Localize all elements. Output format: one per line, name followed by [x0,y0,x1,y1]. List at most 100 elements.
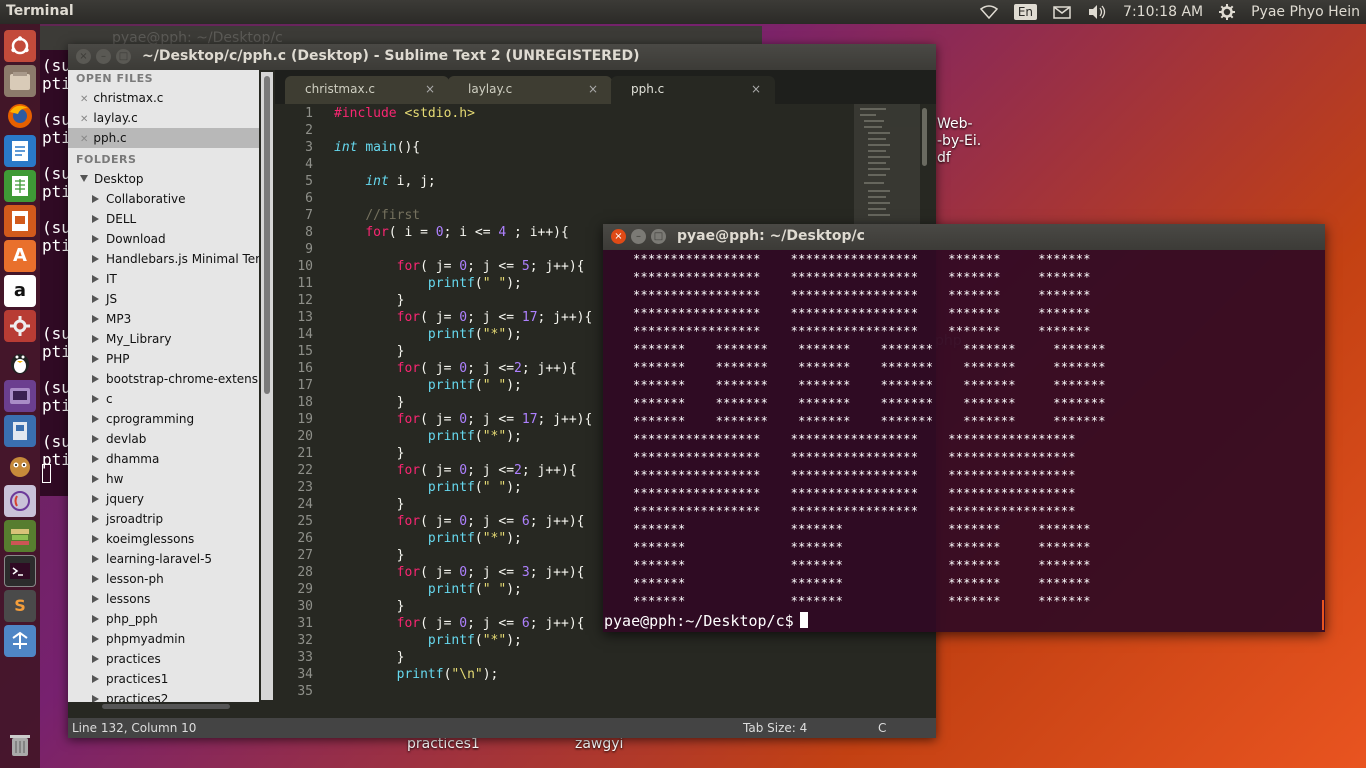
folder-item[interactable]: My_Library [68,329,259,349]
folder-item[interactable]: cprogramming [68,409,259,429]
chevron-right-icon[interactable] [92,415,99,423]
folder-item[interactable]: Collaborative [68,189,259,209]
chevron-right-icon[interactable] [92,575,99,583]
desktop-file-label[interactable]: Web- [937,116,973,132]
clock[interactable]: 7:10:18 AM [1123,4,1203,20]
chevron-right-icon[interactable] [92,395,99,403]
chevron-right-icon[interactable] [92,335,99,343]
minimize-icon[interactable]: – [96,49,111,64]
folder-item[interactable]: IT [68,269,259,289]
folder-item[interactable]: phpmyadmin [68,629,259,649]
pidgin-icon[interactable] [4,345,36,377]
tab-christmax[interactable]: christmax.c × [285,76,449,104]
mail-icon[interactable] [1053,5,1071,19]
chevron-right-icon[interactable] [92,635,99,643]
bracket-icon[interactable] [4,484,36,517]
close-icon[interactable]: ✕ [80,114,88,125]
chevron-right-icon[interactable] [92,475,99,483]
chevron-right-icon[interactable] [92,295,99,303]
folder-item[interactable]: koeimglessons [68,529,259,549]
scrollbar-thumb[interactable] [264,76,270,394]
keyboard-lang-icon[interactable]: En [1013,4,1038,20]
maximize-icon[interactable]: □ [116,49,131,64]
chevron-right-icon[interactable] [92,215,99,223]
close-icon[interactable]: ✕ [80,94,88,105]
folder-item[interactable]: devlab [68,429,259,449]
desktop-file-label[interactable]: df [937,150,951,166]
close-icon[interactable]: × [588,76,598,102]
vm-icon[interactable] [4,379,36,412]
folder-item[interactable]: lesson-ph [68,569,259,589]
folder-item[interactable]: practices2 [68,689,259,702]
resize-handle[interactable] [1322,600,1324,630]
folder-item[interactable]: practices [68,649,259,669]
chevron-down-icon[interactable] [80,175,88,182]
tab-size-selector[interactable]: Tab Size: 4 [743,718,807,738]
volume-icon[interactable] [1087,4,1107,20]
writer-icon[interactable] [4,134,36,167]
software-center-icon[interactable]: A [4,239,36,272]
folder-item[interactable]: jsroadtrip [68,509,259,529]
desktop-file-label[interactable]: zawgyi [575,736,623,752]
terminal-icon[interactable] [4,554,36,587]
sidebar[interactable]: OPEN FILES ✕ christmax.c ✕ laylay.c ✕ pph.c… [68,70,259,702]
calc-icon[interactable] [4,169,36,202]
folder-item[interactable]: lessons [68,589,259,609]
books-icon[interactable] [4,519,36,552]
maximize-icon[interactable]: □ [651,229,666,244]
minimize-icon[interactable]: – [631,229,646,244]
folder-item[interactable]: MP3 [68,309,259,329]
folder-item[interactable]: Download [68,229,259,249]
folder-item[interactable]: Handlebars.js Minimal Tem [68,249,259,269]
terminal-titlebar[interactable]: × – □ pyae@pph: ~/Desktop/c [603,224,1325,250]
usb-creator-icon[interactable] [4,414,36,447]
chevron-right-icon[interactable] [92,555,99,563]
tab-laylay[interactable]: laylay.c × [448,76,612,104]
ubuntu-dash-icon[interactable] [4,29,36,62]
impress-icon[interactable] [4,204,36,237]
close-icon[interactable]: ✕ [80,134,88,145]
network-icon[interactable] [4,624,36,657]
folder-item[interactable]: jquery [68,489,259,509]
tab-pph[interactable]: pph.c × [611,76,775,104]
firefox-icon[interactable] [4,100,36,132]
chevron-right-icon[interactable] [92,615,99,623]
folder-item[interactable]: php_pph [68,609,259,629]
chevron-right-icon[interactable] [92,195,99,203]
folder-item[interactable]: JS [68,289,259,309]
chevron-right-icon[interactable] [92,655,99,663]
close-icon[interactable]: × [76,49,91,64]
chevron-right-icon[interactable] [92,675,99,683]
scrollbar-thumb[interactable] [102,704,230,709]
folder-item[interactable]: PHP [68,349,259,369]
chevron-right-icon[interactable] [92,495,99,503]
folder-item[interactable]: c [68,389,259,409]
chevron-right-icon[interactable] [92,235,99,243]
chevron-right-icon[interactable] [92,375,99,383]
chevron-right-icon[interactable] [92,275,99,283]
desktop-file-label[interactable]: practices1 [407,736,480,752]
amazon-icon[interactable]: a [4,274,36,307]
folder-item[interactable]: learning-laravel-5 [68,549,259,569]
files-icon[interactable] [4,64,36,97]
terminal-prompt[interactable]: pyae@pph:~/Desktop/c$ [604,612,808,630]
chevron-right-icon[interactable] [92,515,99,523]
folder-root[interactable]: Desktop [68,169,259,189]
chevron-right-icon[interactable] [92,535,99,543]
folder-item[interactable]: DELL [68,209,259,229]
sublime-icon[interactable]: S [4,589,36,622]
gear-icon[interactable] [1219,4,1236,20]
open-file-item[interactable]: ✕ laylay.c [68,108,259,128]
chevron-right-icon[interactable] [92,435,99,443]
terminal-window[interactable]: × – □ pyae@pph: ~/Desktop/c ************… [603,224,1325,632]
chevron-right-icon[interactable] [92,355,99,363]
folder-item[interactable]: practices1 [68,669,259,689]
syntax-selector[interactable]: C [878,718,886,738]
trash-icon[interactable] [4,729,36,761]
folder-item[interactable]: bootstrap-chrome-extensio [68,369,259,389]
user-name[interactable]: Pyae Phyo Hein [1251,4,1360,20]
desktop-file-label[interactable]: -by-Ei. [937,133,981,149]
folder-item[interactable]: dhamma [68,449,259,469]
sublime-titlebar[interactable]: × – □ ~/Desktop/c/pph.c (Desktop) - Subl… [68,44,936,70]
close-icon[interactable]: × [425,76,435,102]
